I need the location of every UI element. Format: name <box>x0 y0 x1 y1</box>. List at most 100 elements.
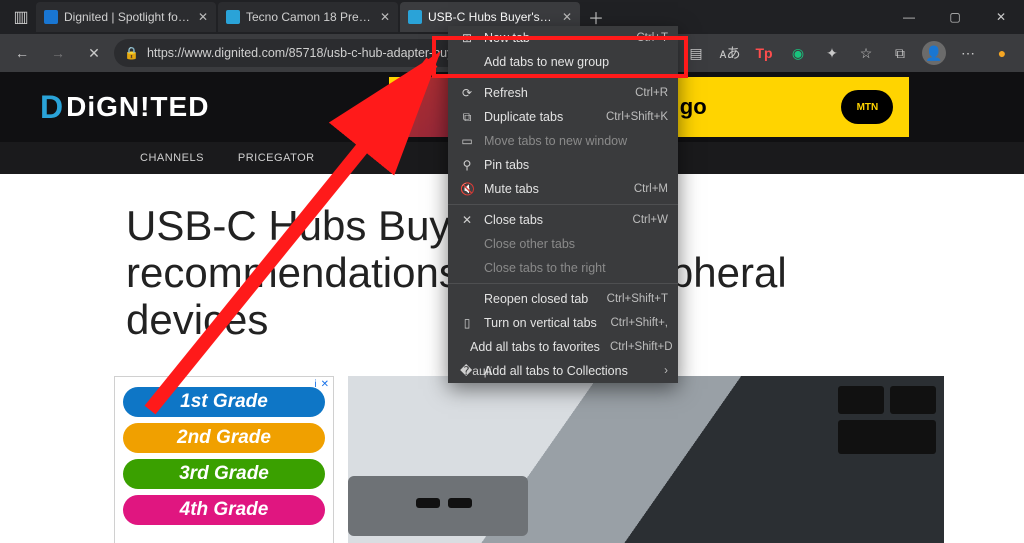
grade-1-pill[interactable]: 1st Grade <box>123 387 325 417</box>
menu-item-label: New tab <box>484 31 626 45</box>
extensions-icon[interactable]: ✦ <box>816 38 848 68</box>
menu-item-label: Pin tabs <box>484 158 658 172</box>
menu-item-shortcut: Ctrl+R <box>635 87 668 99</box>
grade-2-pill[interactable]: 2nd Grade <box>123 423 325 453</box>
menu-item[interactable]: ✕ Close tabs Ctrl+W <box>448 208 678 232</box>
menu-button[interactable]: ⋯ <box>952 38 984 68</box>
ad-close-icon[interactable]: ✕ <box>321 379 329 390</box>
url-text: https://www.dignited.com/85718/usb-c-hub… <box>147 46 471 60</box>
menu-item-label: Add tabs to new group <box>484 55 658 69</box>
grade-4-pill[interactable]: 4th Grade <box>123 495 325 525</box>
browser-tab-1[interactable]: Dignited | Spotlight for African T ✕ <box>36 2 216 32</box>
menu-item: Close tabs to the right <box>448 256 678 280</box>
menu-item[interactable]: ⊞ New tab Ctrl+T <box>448 26 678 50</box>
tab-label: Dignited | Spotlight for African T <box>64 10 190 24</box>
favicon-icon <box>408 10 422 24</box>
ext-grammarly-icon[interactable]: ◉ <box>782 38 814 68</box>
menu-item-label: Reopen closed tab <box>484 292 597 306</box>
menu-item-shortcut: › <box>664 365 668 377</box>
menu-item-shortcut: Ctrl+M <box>634 183 668 195</box>
grade-3-pill[interactable]: 3rd Grade <box>123 459 325 489</box>
lock-icon: 🔒 <box>124 46 139 60</box>
tab-context-menu: ⊞ New tab Ctrl+T Add tabs to new group ⟳ Refr… <box>448 26 678 383</box>
menu-item: Close other tabs <box>448 232 678 256</box>
ad-info-icon[interactable]: i <box>314 379 316 390</box>
menu-item-icon: ▭ <box>460 134 474 148</box>
menu-item-label: Close tabs to the right <box>484 261 658 275</box>
ad-brand-badge: MTN <box>841 90 893 124</box>
back-button[interactable]: ← <box>6 38 38 68</box>
menu-item-label: Turn on vertical tabs <box>484 316 600 330</box>
browser-tab-2[interactable]: Tecno Camon 18 Premier Releas ✕ <box>218 2 398 32</box>
tab-actions-button[interactable]: ▥ <box>6 2 36 32</box>
maximize-button[interactable]: ▢ <box>932 0 978 34</box>
tab-label: USB-C Hubs Buyer's guide: Our t <box>428 10 554 24</box>
favicon-icon <box>226 10 240 24</box>
menu-item-icon: 🔇 <box>460 182 474 196</box>
menu-item-shortcut: Ctrl+Shift+K <box>606 111 668 123</box>
close-window-button[interactable]: ✕ <box>978 0 1024 34</box>
usb-hub-icon <box>348 476 528 536</box>
toolbar-extensions: ▤ ᴀあ Tp ◉ ✦ ☆ ⧉ 👤 ⋯ ● <box>680 38 1018 68</box>
menu-item-shortcut: Ctrl+Shift+T <box>607 293 668 305</box>
menu-item[interactable]: ⧉ Duplicate tabs Ctrl+Shift+K <box>448 105 678 129</box>
menu-item-shortcut: Ctrl+W <box>633 214 668 226</box>
menu-item-icon: ⧉ <box>460 110 474 125</box>
menu-item-shortcut: Ctrl+Shift+D <box>610 341 673 353</box>
menu-item-icon: �ації <box>460 364 474 378</box>
nav-pricegator[interactable]: PRICEGATOR <box>238 152 315 164</box>
menu-item-icon: ▯ <box>460 316 474 330</box>
sidebar-ad[interactable]: i ✕ 1st Grade 2nd Grade 3rd Grade 4th Gr… <box>114 376 334 543</box>
menu-item-icon: ✕ <box>460 213 474 227</box>
close-icon[interactable]: ✕ <box>378 10 392 24</box>
nav-channels[interactable]: CHANNELS <box>140 152 204 164</box>
menu-item-label: Close tabs <box>484 213 623 227</box>
logo-text: DiGN!TED <box>66 91 209 123</box>
sync-indicator-icon[interactable]: ● <box>986 38 1018 68</box>
menu-item: ▭ Move tabs to new window <box>448 129 678 153</box>
tabstrip: ▥ Dignited | Spotlight for African T ✕ T… <box>0 0 886 34</box>
favorites-icon[interactable]: ☆ <box>850 38 882 68</box>
menu-item-shortcut: Ctrl+Shift+, <box>610 317 668 329</box>
close-icon[interactable]: ✕ <box>196 10 210 24</box>
menu-item-label: Add all tabs to favorites <box>470 340 600 354</box>
menu-item-icon: ⊞ <box>460 31 474 45</box>
tab-label: Tecno Camon 18 Premier Releas <box>246 10 372 24</box>
site-logo[interactable]: D DiGN!TED <box>40 89 209 126</box>
menu-item-icon: ⚲ <box>460 158 474 172</box>
menu-item-label: Mute tabs <box>484 182 624 196</box>
menu-item[interactable]: Add all tabs to favorites Ctrl+Shift+D <box>448 335 678 359</box>
profile-avatar[interactable]: 👤 <box>918 38 950 68</box>
menu-item[interactable]: 🔇 Mute tabs Ctrl+M <box>448 177 678 201</box>
menu-item[interactable]: ⚲ Pin tabs <box>448 153 678 177</box>
minimize-button[interactable]: — <box>886 0 932 34</box>
collections-icon[interactable]: ⧉ <box>884 38 916 68</box>
close-icon[interactable]: ✕ <box>560 10 574 24</box>
keyboard-key-icon <box>890 386 936 414</box>
menu-item-label: Close other tabs <box>484 237 658 251</box>
article-hero-image <box>348 376 944 543</box>
menu-item[interactable]: ⟳ Refresh Ctrl+R <box>448 81 678 105</box>
menu-separator <box>448 77 678 78</box>
menu-item[interactable]: �ації Add all tabs to Collections › <box>448 359 678 383</box>
menu-separator <box>448 204 678 205</box>
keyboard-key-icon <box>838 386 884 414</box>
menu-item-icon: ⟳ <box>460 86 474 100</box>
favicon-icon <box>44 10 58 24</box>
menu-item[interactable]: Reopen closed tab Ctrl+Shift+T <box>448 287 678 311</box>
stop-reload-button[interactable]: ✕ <box>78 38 110 68</box>
menu-item-shortcut: Ctrl+T <box>636 32 668 44</box>
forward-button[interactable]: → <box>42 38 74 68</box>
menu-item-label: Duplicate tabs <box>484 110 596 124</box>
menu-item-label: Add all tabs to Collections <box>484 364 654 378</box>
translate-icon[interactable]: ᴀあ <box>714 38 746 68</box>
ext-tp-icon[interactable]: Tp <box>748 38 780 68</box>
menu-item[interactable]: ▯ Turn on vertical tabs Ctrl+Shift+, <box>448 311 678 335</box>
content-row: i ✕ 1st Grade 2nd Grade 3rd Grade 4th Gr… <box>114 376 944 543</box>
menu-item-label: Refresh <box>484 86 625 100</box>
reader-icon[interactable]: ▤ <box>680 38 712 68</box>
menu-item-label: Move tabs to new window <box>484 134 658 148</box>
logo-mark-icon: D <box>40 89 64 126</box>
menu-item[interactable]: Add tabs to new group <box>448 50 678 74</box>
ad-controls: i ✕ <box>314 379 329 390</box>
